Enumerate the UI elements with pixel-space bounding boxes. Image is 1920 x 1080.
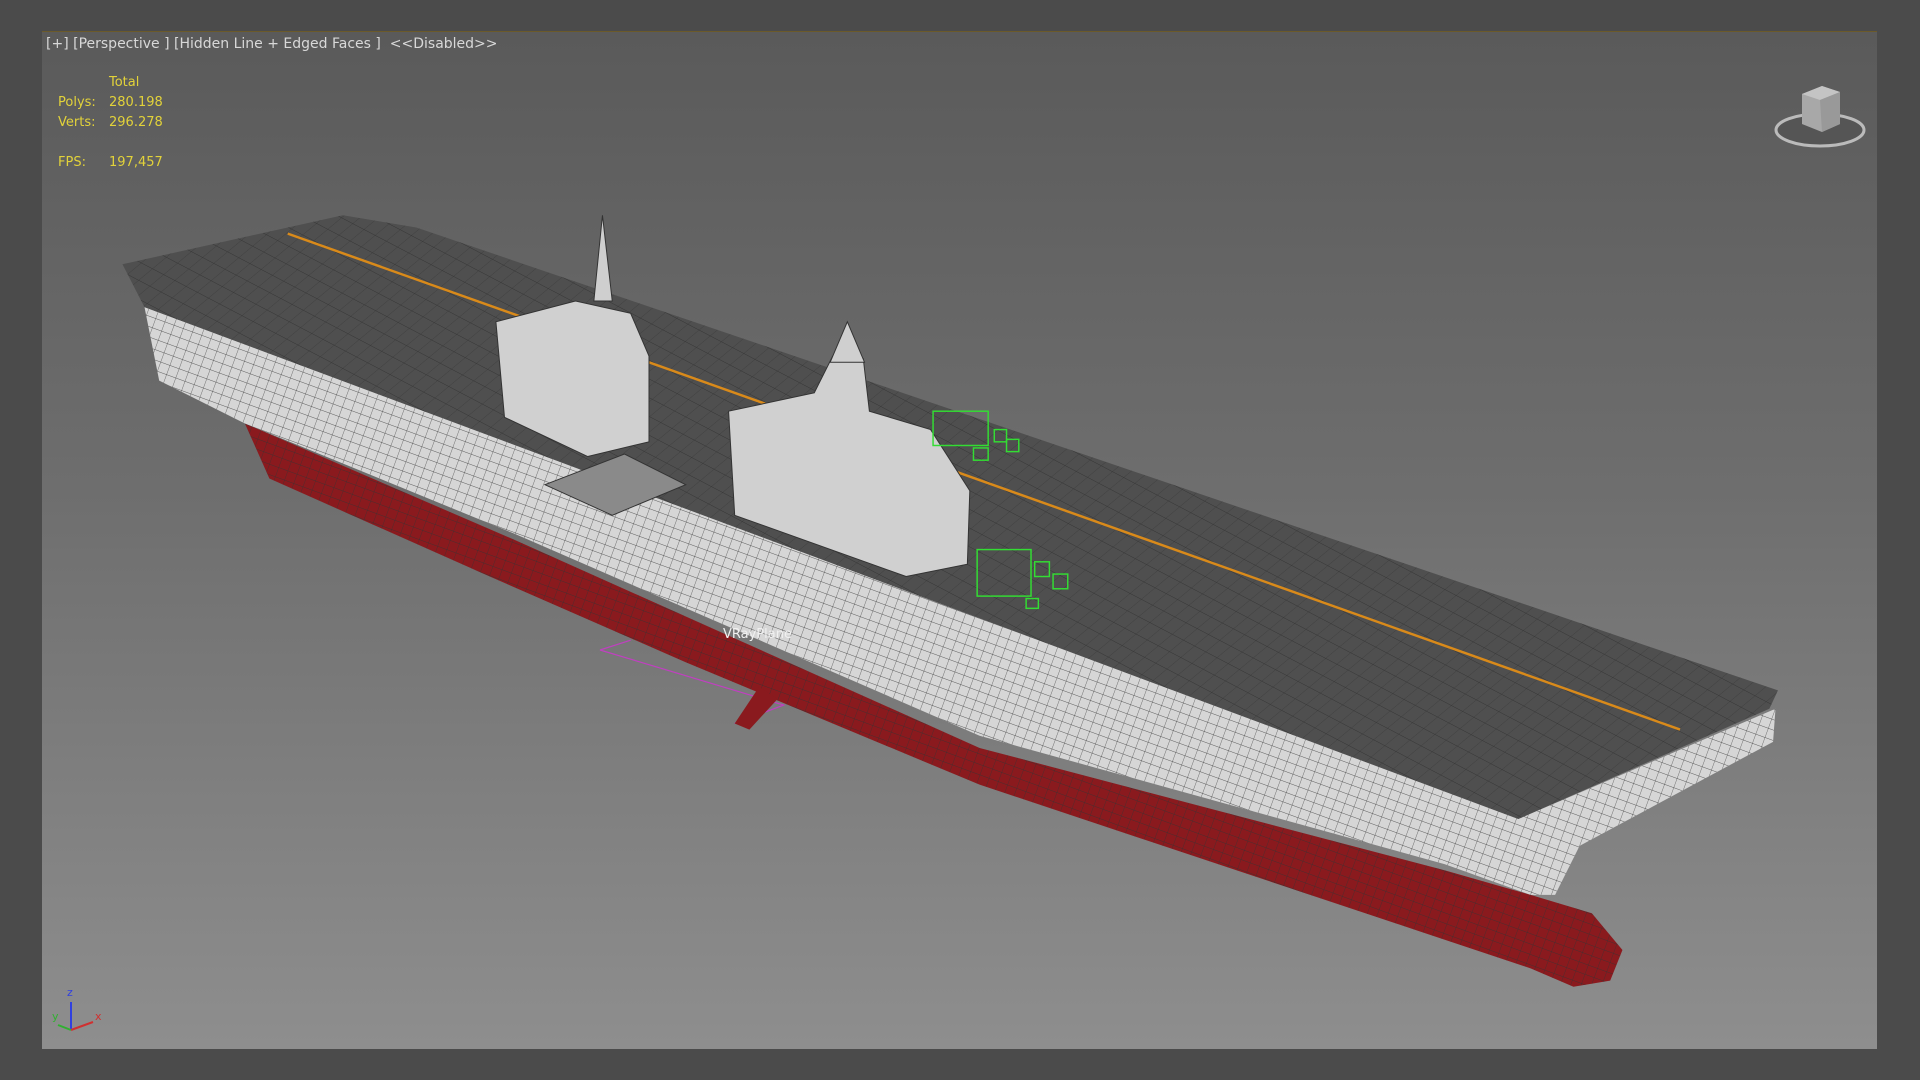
viewport-label: [+] [Perspective ] [Hidden Line + Edged …	[46, 36, 498, 52]
verts-value: 296.278	[109, 115, 163, 130]
polys-label: Polys:	[58, 95, 96, 110]
viewcube-icon[interactable]	[1770, 74, 1870, 154]
axis-gizmo: z x y	[48, 982, 108, 1042]
aircraft-carrier-model[interactable]	[42, 31, 1877, 1049]
fps-value: 197,457	[109, 155, 163, 170]
polys-value: 280.198	[109, 95, 163, 110]
axis-z-label: z	[67, 986, 73, 999]
viewport-view[interactable]: [Perspective ]	[73, 36, 169, 52]
axis-x-label: x	[95, 1010, 102, 1023]
statistics-overlay: Total Polys: 280.198 Verts: 296.278 FPS: 19…	[58, 73, 163, 173]
viewport-menu[interactable]: [+]	[46, 36, 69, 52]
viewport-perspective[interactable]: [+] [Perspective ] [Hidden Line + Edged …	[42, 31, 1877, 1049]
viewport-shading[interactable]: [Hidden Line + Edged Faces ]	[174, 36, 381, 52]
vray-plane-label: VRayPlane	[723, 627, 792, 642]
stats-header: Total	[109, 75, 140, 90]
viewport-mode[interactable]: <<Disabled>>	[390, 36, 498, 52]
fps-label: FPS:	[58, 155, 86, 170]
axis-y-label: y	[52, 1010, 59, 1023]
verts-label: Verts:	[58, 115, 96, 130]
